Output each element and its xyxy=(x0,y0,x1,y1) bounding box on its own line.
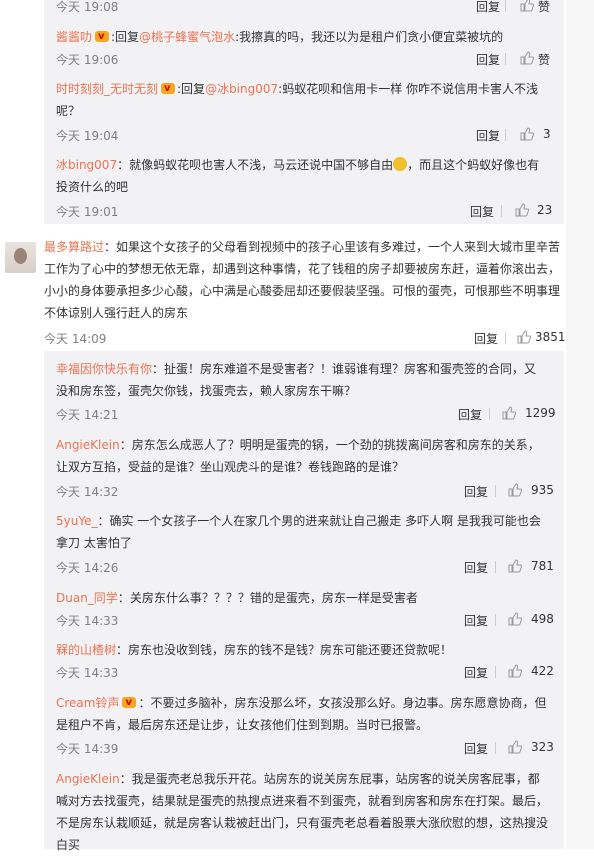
divider xyxy=(495,561,496,573)
comment-user[interactable]: 酱酱叻 xyxy=(56,30,92,44)
reply-button[interactable]: 回复 xyxy=(476,0,500,15)
reply-button[interactable]: 回复 xyxy=(464,664,488,681)
reply-button[interactable]: 回复 xyxy=(476,51,500,68)
like-icon[interactable] xyxy=(508,612,522,626)
comment-text: 槑的山楂树：房东也没收到钱，房东的钱不是钱？房东可能还要还贷款呢！ xyxy=(56,643,453,657)
like-count: 935 xyxy=(531,483,554,497)
divider xyxy=(505,53,506,65)
like-icon[interactable] xyxy=(520,127,534,141)
comment-text: 最多算路过：如果这个女孩子的父母看到视频中的孩子心里该有多难过，一个人来到大城市… xyxy=(44,240,561,320)
comment-time: 今天 14:09 xyxy=(44,332,107,346)
comment-time: 今天 14:32 xyxy=(56,485,119,499)
emoji-icon xyxy=(393,157,408,171)
comment-user[interactable]: AngieKlein xyxy=(56,772,120,786)
like-icon[interactable] xyxy=(508,740,522,754)
like-icon[interactable] xyxy=(517,330,531,344)
like-count: 3851 xyxy=(535,330,566,344)
reply-button[interactable]: 回复 xyxy=(476,127,500,144)
like-count: 422 xyxy=(531,664,554,678)
scroll-area xyxy=(566,0,594,849)
like-count: 3 xyxy=(543,127,551,141)
like-icon[interactable] xyxy=(508,483,522,497)
like-icon[interactable] xyxy=(502,406,516,420)
like-count: 赞 xyxy=(538,53,551,67)
comment-page: 今天 19:08 回复 赞 酱酱叻:回复@桃子蜂蜜气泡水:我擦真的吗，我还以为是… xyxy=(0,0,594,852)
comment-user[interactable]: Cream铃声 xyxy=(56,696,119,710)
divider xyxy=(495,742,496,754)
comment-user[interactable]: 最多算路过 xyxy=(44,240,104,254)
divider xyxy=(505,332,506,344)
divider xyxy=(489,408,490,420)
like-count: 498 xyxy=(531,612,554,626)
comment-user[interactable]: 冰bing007 xyxy=(56,158,117,172)
divider xyxy=(501,205,502,217)
like-icon[interactable] xyxy=(520,0,534,12)
comment-time: 今天 14:33 xyxy=(56,614,119,628)
comment-user[interactable]: 槑的山楂树 xyxy=(56,643,116,657)
like-icon[interactable] xyxy=(520,51,534,65)
comment-time: 今天 19:06 xyxy=(56,53,119,67)
reply-button[interactable]: 回复 xyxy=(464,559,488,576)
comment-time: 今天 14:39 xyxy=(56,742,119,756)
comment-text: 冰bing007：就像蚂蚁花呗也害人不浅，马云还说中国不够自由 ，而且这个蚂蚁好像… xyxy=(56,157,540,194)
divider xyxy=(495,485,496,497)
mention-link[interactable]: @桃子蜂蜜气泡水 xyxy=(139,30,235,44)
like-count: 323 xyxy=(531,740,554,754)
like-icon[interactable] xyxy=(515,203,529,217)
comment-user[interactable]: 时时刻刻_无时无刻 xyxy=(56,82,158,96)
vip-icon xyxy=(161,78,176,100)
like-icon[interactable] xyxy=(508,559,522,573)
like-icon[interactable] xyxy=(508,664,522,678)
reply-button[interactable]: 回复 xyxy=(474,330,498,347)
reply-button[interactable]: 回复 xyxy=(464,740,488,757)
comment-user[interactable]: Duan_同学 xyxy=(56,591,118,605)
mention-link[interactable]: @冰bing007 xyxy=(205,82,278,96)
reply-button[interactable]: 回复 xyxy=(464,612,488,629)
like-count: 赞 xyxy=(538,0,551,14)
comment-user[interactable]: AngieKlein xyxy=(56,438,120,452)
reply-button[interactable]: 回复 xyxy=(470,203,494,220)
divider xyxy=(505,129,506,141)
reply-button[interactable]: 回复 xyxy=(464,483,488,500)
comment-time: 今天 19:08 xyxy=(56,0,119,14)
comment-text: 幸福因你快乐有你：扯蛋！房东难道不是受害者？！谁弱谁有理？房客和蛋壳签的合同，又… xyxy=(56,362,537,398)
vip-icon xyxy=(122,692,137,714)
divider xyxy=(505,0,506,12)
like-count: 781 xyxy=(531,559,554,573)
vip-icon xyxy=(95,26,110,48)
reply-button[interactable]: 回复 xyxy=(458,406,482,423)
comment-time: 今天 19:01 xyxy=(56,205,119,219)
divider xyxy=(495,666,496,678)
like-count: 23 xyxy=(537,203,553,217)
comment-text: Duan_同学：关房东什么事？？？？错的是蛋壳，房东一样是受害者 xyxy=(56,591,418,605)
comment-text: 5yuYe_：确实 一个女孩子一个人在家几个男的进来就让自己搬走 多吓人啊 是我… xyxy=(56,514,541,550)
comment-user[interactable]: 幸福因你快乐有你 xyxy=(56,362,152,376)
comment-time: 今天 19:04 xyxy=(56,129,119,143)
comment-user[interactable]: 5yuYe_ xyxy=(56,514,97,528)
comment-time: 今天 14:33 xyxy=(56,666,119,680)
comment-text: AngieKlein：房东怎么成恶人了？明明是蛋壳的锅，一个劲的挑拨离间房客和房… xyxy=(56,438,540,474)
comment-time: 今天 14:26 xyxy=(56,561,119,575)
comment-text: AngieKlein：我是蛋壳老总我乐开花。站房东的说关房东屁事，站房客的说关房… xyxy=(56,772,549,852)
avatar[interactable] xyxy=(5,242,36,273)
like-count: 1299 xyxy=(525,406,556,420)
comment-text: 酱酱叻:回复@桃子蜂蜜气泡水:我擦真的吗，我还以为是租户们贪小便宜菜被坑的 xyxy=(56,26,548,48)
comment-time: 今天 14:21 xyxy=(56,408,119,422)
comment-text: Cream铃声：不要过多脑补，房东没那么坏，女孩没那么好。身边事。房东愿意协商，… xyxy=(56,692,548,736)
comment-text: 时时刻刻_无时无刻:回复@冰bing007:蚂蚁花呗和信用卡一样 你咋不说信用卡… xyxy=(56,78,548,122)
divider xyxy=(495,614,496,626)
